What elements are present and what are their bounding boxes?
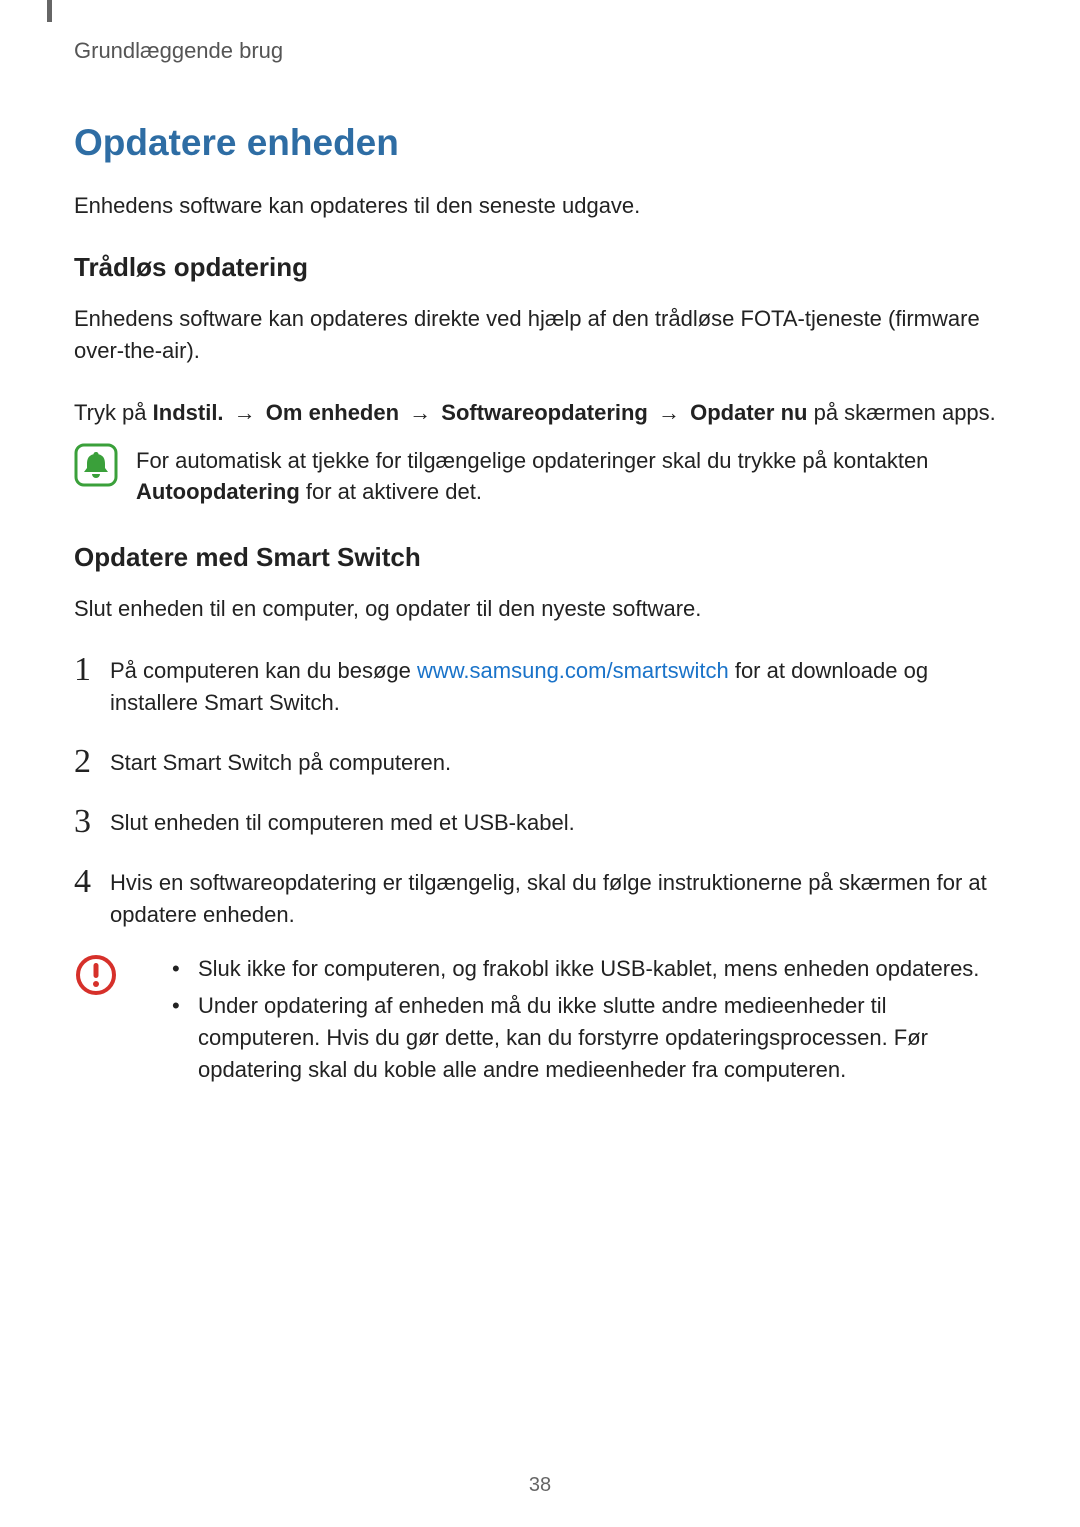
step-item: 1 På computeren kan du besøge www.samsun…: [74, 655, 1006, 719]
steps-list: 1 På computeren kan du besøge www.samsun…: [74, 655, 1006, 930]
caution-item: Sluk ikke for computeren, og frakobl ikk…: [172, 953, 1006, 985]
step-text: Slut enheden til computeren med et USB-k…: [110, 810, 575, 835]
path-prefix: Tryk på: [74, 400, 153, 425]
wireless-body: Enhedens software kan opdateres direkte …: [74, 303, 1006, 367]
path-part-1: Indstil.: [153, 400, 224, 425]
caution-block: Sluk ikke for computeren, og frakobl ikk…: [74, 953, 1006, 1093]
arrow-icon: →: [234, 400, 256, 425]
document-page: Grundlæggende brug Opdatere enheden Enhe…: [0, 0, 1080, 1092]
step-number: 1: [74, 645, 91, 694]
step-item: 2 Start Smart Switch på computeren.: [74, 747, 1006, 779]
note-block: For automatisk at tjekke for tilgængelig…: [74, 443, 1006, 509]
path-suffix: på skærmen apps.: [807, 400, 995, 425]
page-title: Opdatere enheden: [74, 122, 1006, 164]
note-bold: Autoopdatering: [136, 479, 300, 504]
smartswitch-link[interactable]: www.samsung.com/smartswitch: [417, 658, 729, 683]
step-number: 3: [74, 797, 91, 846]
note-bell-icon: [74, 443, 118, 487]
step-number: 2: [74, 737, 91, 786]
step-item: 4 Hvis en softwareopdatering er tilgænge…: [74, 867, 1006, 931]
breadcrumb: Grundlæggende brug: [74, 38, 1006, 64]
step-number: 4: [74, 857, 91, 906]
page-number: 38: [0, 1474, 1080, 1497]
note-after: for at aktivere det.: [300, 479, 482, 504]
step-item: 3 Slut enheden til computeren med et USB…: [74, 807, 1006, 839]
smartswitch-body: Slut enheden til en computer, og opdater…: [74, 593, 1006, 625]
section-heading-wireless: Trådløs opdatering: [74, 252, 1006, 283]
step-text: Hvis en softwareopdatering er tilgængeli…: [110, 870, 987, 927]
page-edge-mark: [47, 0, 52, 22]
arrow-icon: →: [409, 400, 431, 425]
step-text-before: På computeren kan du besøge: [110, 658, 417, 683]
path-part-2: Om enheden: [266, 400, 399, 425]
intro-paragraph: Enhedens software kan opdateres til den …: [74, 190, 1006, 222]
navigation-path: Tryk på Indstil. → Om enheden → Software…: [74, 397, 1006, 429]
caution-item: Under opdatering af enheden må du ikke s…: [172, 990, 1006, 1086]
path-part-3: Softwareopdatering: [441, 400, 648, 425]
step-text: Start Smart Switch på computeren.: [110, 750, 451, 775]
caution-exclamation-icon: [74, 953, 118, 997]
section-heading-smartswitch: Opdatere med Smart Switch: [74, 542, 1006, 573]
note-text: For automatisk at tjekke for tilgængelig…: [136, 443, 1006, 509]
note-before: For automatisk at tjekke for tilgængelig…: [136, 448, 928, 473]
caution-bullets: Sluk ikke for computeren, og frakobl ikk…: [136, 953, 1006, 1087]
arrow-icon: →: [658, 400, 680, 425]
path-part-4: Opdater nu: [690, 400, 807, 425]
